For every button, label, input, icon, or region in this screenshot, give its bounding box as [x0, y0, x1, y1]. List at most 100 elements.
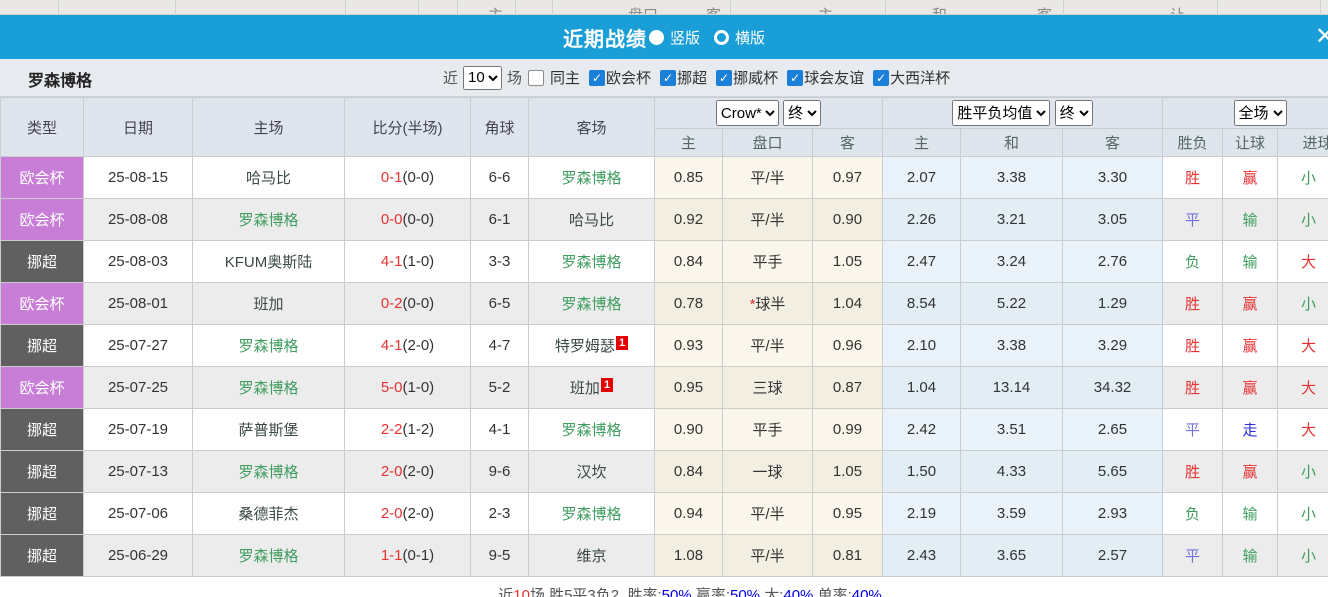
- goals-result-cell: 大: [1277, 240, 1328, 283]
- team-name: 罗森博格: [238, 464, 299, 481]
- team-name: 罗森博格: [561, 296, 622, 313]
- competition-filter-4: ✓ 大西洋杯: [873, 67, 950, 88]
- clipped-header-text: 客: [706, 4, 721, 14]
- half-time-score: (2-0): [402, 337, 435, 354]
- full-time-score: 2-0: [380, 505, 403, 522]
- competition-checkbox-checked[interactable]: ✓: [873, 69, 890, 86]
- odds-company-select[interactable]: 胜平负均值: [952, 100, 1051, 126]
- win-odds-cell: 8.54: [882, 282, 961, 325]
- col-away: 客场: [528, 97, 655, 157]
- team-name: 罗森博格: [28, 73, 93, 90]
- competition-label: 球会友谊: [804, 70, 865, 87]
- column-divider: [552, 0, 553, 14]
- red-card-badge: 1: [600, 378, 614, 392]
- competition-checkbox-checked[interactable]: ✓: [716, 69, 733, 86]
- match-date-cell: 25-08-15: [83, 156, 193, 199]
- draw-odds-cell: 3.24: [960, 240, 1063, 283]
- lose-odds-cell: 1.29: [1061, 282, 1164, 325]
- ah-company-select[interactable]: Crow*: [715, 100, 779, 126]
- full-time-score: 0-0: [380, 211, 403, 228]
- scope-select[interactable]: 全场: [1233, 100, 1287, 126]
- close-icon[interactable]: ✕: [1315, 25, 1328, 49]
- ah-home-odds-cell: 0.92: [654, 198, 723, 241]
- vertical-layout-radio[interactable]: [648, 29, 664, 45]
- away-team-cell: 哈马比: [528, 198, 655, 241]
- away-team-cell: 罗森博格: [528, 156, 655, 199]
- col-score: 比分(半场): [344, 97, 471, 157]
- same-home-checkbox[interactable]: [528, 69, 545, 86]
- summary-segment: 40%: [783, 587, 814, 597]
- ah-home-odds-cell: 0.94: [654, 492, 723, 535]
- handicap-result-cell: 赢: [1222, 324, 1279, 367]
- competition-checkbox-checked[interactable]: ✓: [660, 69, 677, 86]
- vertical-layout-label[interactable]: 竖版: [670, 27, 700, 48]
- clipped-header-text: 主: [818, 4, 833, 14]
- away-team-cell: 汉坎: [528, 450, 655, 493]
- column-divider: [515, 0, 516, 14]
- competition-checkbox-checked[interactable]: ✓: [589, 69, 606, 86]
- column-divider: [175, 0, 176, 14]
- column-divider: [730, 0, 731, 14]
- sub-col-odds-away: 客: [1061, 128, 1164, 157]
- handicap-result-cell: 输: [1222, 534, 1279, 577]
- match-row: 挪超 25-06-29 罗森博格 1-1(0-1) 9-5 维京 1.08 平/半 0.81 2.…: [0, 534, 1328, 577]
- popup-title: 近期战绩: [562, 28, 647, 51]
- home-team-cell: 萨普斯堡: [192, 408, 345, 451]
- ah-away-odds-cell: 1.05: [812, 240, 883, 283]
- ah-line-cell: *球半: [722, 282, 813, 325]
- competition-filter-2: ✓ 挪威杯: [716, 67, 778, 88]
- full-time-score: 2-2: [380, 421, 403, 438]
- match-type-cell: 挪超: [0, 324, 84, 367]
- full-time-score: 0-2: [380, 295, 403, 312]
- filter-controls: 近 10 场 同主 ✓ 欧会杯 ✓ 挪超 ✓ 挪威杯 ✓ 球会友谊 ✓ 大西洋杯: [443, 59, 950, 96]
- ah-away-odds-cell: 1.04: [812, 282, 883, 325]
- ah-time-select[interactable]: 终: [783, 100, 822, 126]
- match-row: 挪超 25-07-06 桑德菲杰 2-0(2-0) 2-3 罗森博格 0.94 平/半 0.95…: [0, 492, 1328, 535]
- lose-odds-cell: 3.29: [1061, 324, 1164, 367]
- result-cell: 负: [1162, 492, 1224, 535]
- score-cell: 4-1(1-0): [344, 240, 471, 283]
- result-cell: 负: [1162, 240, 1224, 283]
- horizontal-layout-radio[interactable]: [714, 29, 729, 45]
- team-name: 班加: [569, 380, 600, 397]
- match-row: 挪超 25-07-19 萨普斯堡 2-2(1-2) 4-1 罗森博格 0.90 平手 0.99 2…: [0, 408, 1328, 451]
- result-cell: 胜: [1162, 450, 1224, 493]
- team-name: 哈马比: [568, 212, 614, 229]
- lose-odds-cell: 2.76: [1061, 240, 1164, 283]
- match-type-cell: 挪超: [0, 408, 84, 451]
- ah-away-odds-cell: 0.97: [812, 156, 883, 199]
- team-name: 罗森博格: [561, 506, 622, 523]
- column-divider: [885, 0, 886, 14]
- competition-filter-0: ✓ 欧会杯: [589, 67, 651, 88]
- competition-checkbox-checked[interactable]: ✓: [787, 69, 804, 86]
- handicap-result-cell: 赢: [1222, 282, 1279, 325]
- match-type-cell: 挪超: [0, 450, 84, 493]
- odds-time-select[interactable]: 终: [1054, 100, 1093, 126]
- match-date-cell: 25-07-19: [83, 408, 193, 451]
- popup-title-bar: 近期战绩 竖版 横版 ✕: [0, 15, 1328, 59]
- score-cell: 4-1(2-0): [344, 324, 471, 367]
- horizontal-layout-label[interactable]: 横版: [735, 27, 765, 48]
- ah-home-odds-cell: 0.84: [654, 450, 723, 493]
- score-cell: 5-0(1-0): [344, 366, 471, 409]
- recent-results-popup: 主盘口客主和客让 近期战绩竖版横版 ✕ 罗森博格 近 10 场 同主 ✓欧会杯✓…: [0, 0, 1328, 597]
- team-name: 罗森博格: [561, 254, 622, 271]
- corner-cell: 9-5: [470, 534, 529, 577]
- ah-away-odds-cell: 0.87: [812, 366, 883, 409]
- match-type-cell: 欧会杯: [0, 366, 84, 409]
- match-row: 欧会杯 25-07-25 罗森博格 5-0(1-0) 5-2 班加 1 0.95 三球 0.87 1…: [0, 366, 1328, 409]
- team-name: 罗森博格: [561, 422, 622, 439]
- full-time-score: 0-1: [380, 169, 403, 186]
- ah-away-odds-cell: 0.96: [812, 324, 883, 367]
- clipped-header-text: 和: [932, 4, 947, 14]
- draw-odds-cell: 13.14: [960, 366, 1063, 409]
- win-odds-cell: 1.50: [882, 450, 961, 493]
- ah-line-cell: 平手: [722, 240, 813, 283]
- away-team-cell: 班加 1: [528, 366, 655, 409]
- handicap-result-cell: 走: [1222, 408, 1279, 451]
- ah-line-cell: 平/半: [722, 534, 813, 577]
- half-time-score: (1-0): [402, 253, 435, 270]
- match-type-cell: 欧会杯: [0, 198, 84, 241]
- match-row: 欧会杯 25-08-08 罗森博格 0-0(0-0) 6-1 哈马比 0.92 平/半 0.90…: [0, 198, 1328, 241]
- recent-count-select[interactable]: 10: [463, 65, 503, 90]
